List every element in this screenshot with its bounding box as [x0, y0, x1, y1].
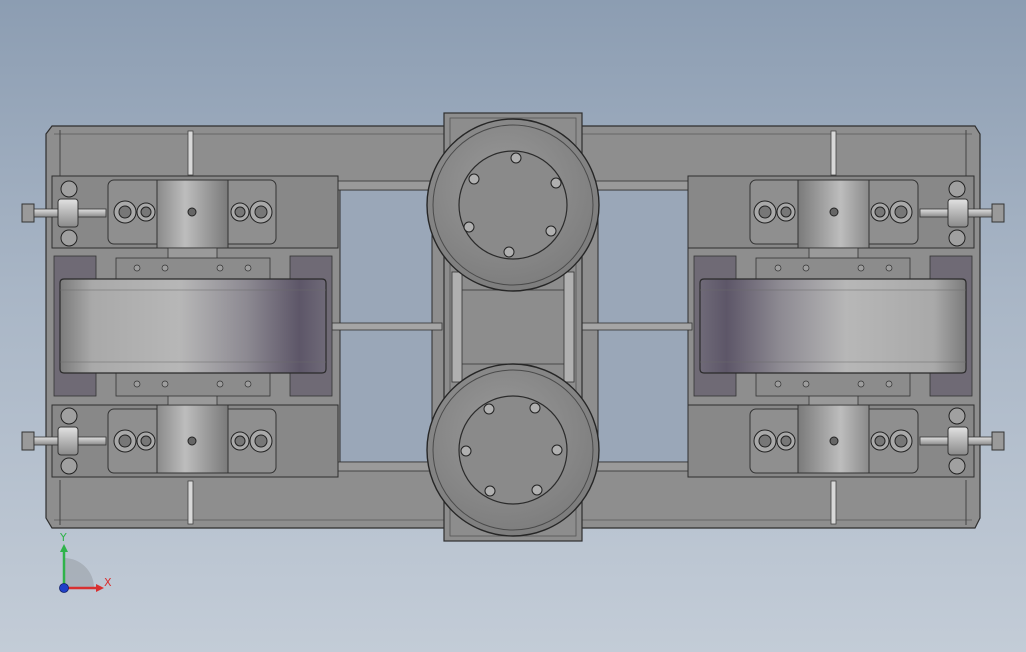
cad-viewport[interactable]: Y X: [0, 0, 1026, 652]
y-axis-label: Y: [60, 531, 67, 544]
x-axis-label: X: [104, 576, 112, 589]
guide-wheel-bottom: [426, 363, 600, 537]
guide-wheel-top: [426, 118, 600, 292]
right-wheel-unit: [687, 175, 1005, 478]
coordinate-triad: [59, 544, 104, 593]
bogie-assembly-model[interactable]: [0, 0, 1026, 652]
left-wheel-unit: [21, 175, 339, 478]
z-axis-dot: [59, 583, 69, 593]
